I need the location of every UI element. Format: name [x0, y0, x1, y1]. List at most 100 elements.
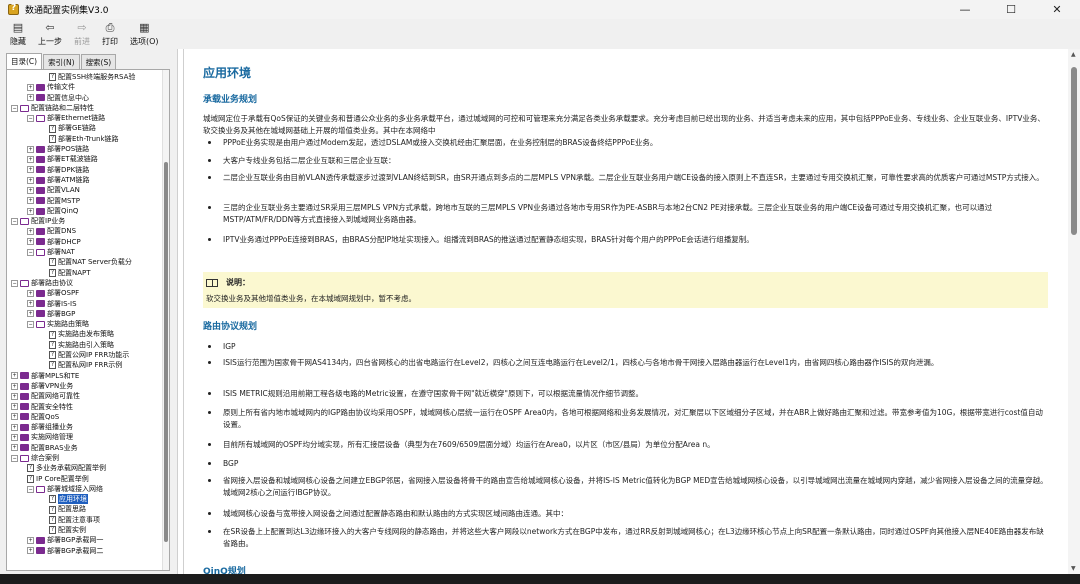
collapse-icon[interactable]: − [27, 248, 34, 256]
tree-item[interactable]: + 配置MSTP [7, 196, 163, 206]
tree-item[interactable]: + 部署OSPF [7, 288, 163, 298]
tree-item[interactable]: ? 实施路由引入策略 [7, 340, 163, 350]
tab-contents[interactable]: 目录(C) [6, 53, 43, 70]
tree-item[interactable]: + 部署BGP承载网一 [7, 535, 163, 545]
tree-item[interactable]: − 部署路由协议 [7, 278, 163, 288]
collapse-icon[interactable]: − [11, 454, 18, 462]
tree-item[interactable]: ? 配置SSH终端服务RSA验 [7, 72, 163, 82]
tree-item[interactable]: ? 配置NAPT [7, 268, 163, 278]
tree-item[interactable]: − 部署Ethernet链路 [7, 113, 163, 123]
tree-item[interactable]: + 配置VLAN [7, 185, 163, 195]
tree-item[interactable]: ? 配置NAT Server负载分 [7, 257, 163, 267]
expand-icon[interactable]: + [11, 423, 18, 431]
tree-item[interactable]: + 部署ET载波链路 [7, 154, 163, 164]
tree-item[interactable]: + 部署IS-IS [7, 299, 163, 309]
expand-icon[interactable]: + [11, 392, 18, 400]
book-icon [36, 166, 45, 174]
content-scroll-thumb[interactable] [1071, 67, 1077, 235]
book-icon [36, 94, 45, 102]
tree-item[interactable]: + 实施网络管理 [7, 432, 163, 442]
collapse-icon[interactable]: − [11, 279, 18, 287]
print-button[interactable]: ⎙ 打印 [102, 19, 118, 47]
tree-item[interactable]: ? 配置私网IP FRR示例 [7, 360, 163, 370]
collapse-icon[interactable]: − [11, 217, 18, 225]
tree-item[interactable]: ? 配置公网IP FRR功能示 [7, 350, 163, 360]
tree-item[interactable]: − 部署NAT [7, 247, 163, 257]
tree-item[interactable]: + 配置信息中心 [7, 93, 163, 103]
content-scrollbar[interactable]: ▲ ▼ [1068, 49, 1080, 574]
collapse-icon[interactable]: − [27, 114, 34, 122]
tree-item[interactable]: + 配置BRAS业务 [7, 443, 163, 453]
expand-icon[interactable]: + [27, 83, 34, 91]
tree-item[interactable]: + 部署VPN业务 [7, 381, 163, 391]
expand-icon[interactable]: + [27, 94, 34, 102]
expand-icon[interactable]: + [11, 444, 18, 452]
tree-scroll-thumb[interactable] [164, 162, 168, 542]
tree-item[interactable]: ? 配置实例 [7, 525, 163, 535]
collapse-icon[interactable]: − [27, 485, 34, 493]
tree-item[interactable]: − 部署城域接入网络 [7, 484, 163, 494]
tab-search[interactable]: 搜索(S) [80, 54, 117, 69]
expand-icon[interactable]: + [27, 547, 34, 555]
close-icon[interactable]: ✕ [1034, 0, 1080, 19]
expand-icon[interactable]: + [11, 372, 18, 380]
back-button[interactable]: ⇦ 上一步 [38, 19, 62, 47]
scroll-down-icon[interactable]: ▼ [1071, 565, 1076, 572]
expand-icon[interactable]: + [11, 413, 18, 421]
tree-item[interactable]: ? 配置注意事项 [7, 515, 163, 525]
tree-item[interactable]: + 传输文件 [7, 82, 163, 92]
tree-item[interactable]: + 配置安全特性 [7, 402, 163, 412]
tree-item[interactable]: + 部署BGP [7, 309, 163, 319]
tree-item[interactable]: ? IP Core配置举例 [7, 474, 163, 484]
expand-icon[interactable]: + [11, 403, 18, 411]
tree-item[interactable]: − 实施路由策略 [7, 319, 163, 329]
expand-icon[interactable]: + [27, 310, 34, 318]
tree-item[interactable]: + 部署DHCP [7, 237, 163, 247]
expand-icon[interactable]: + [27, 186, 34, 194]
expand-icon[interactable]: + [27, 156, 34, 164]
tree-item-label: 实施路由发布策略 [58, 330, 114, 339]
expand-icon[interactable]: + [27, 300, 34, 308]
tree-item[interactable]: ? 部署GE链路 [7, 123, 163, 133]
tree-scrollbar[interactable] [162, 70, 169, 570]
tree-item[interactable]: + 部署组播业务 [7, 422, 163, 432]
maximize-icon[interactable]: ☐ [988, 0, 1034, 19]
expand-icon[interactable]: + [27, 176, 34, 184]
tree-item[interactable]: + 部署BGP承载网二 [7, 546, 163, 556]
tree-item[interactable]: + 部署ATM链路 [7, 175, 163, 185]
expand-icon[interactable]: + [27, 207, 34, 215]
scroll-up-icon[interactable]: ▲ [1071, 51, 1076, 58]
options-button[interactable]: ▦ 选项(O) [130, 19, 159, 47]
expand-icon[interactable]: + [27, 289, 34, 297]
tree-item[interactable]: ? 部署Eth-Trunk链路 [7, 134, 163, 144]
tree-item[interactable]: + 配置QoS [7, 412, 163, 422]
tree-item[interactable]: + 部署POS链路 [7, 144, 163, 154]
tree-item-label: 部署NAT [47, 248, 75, 257]
tree-item[interactable]: − 配置链路和二层特性 [7, 103, 163, 113]
tree-item[interactable]: + 配置DNS [7, 226, 163, 236]
tree-item[interactable]: − 配置IP业务 [7, 216, 163, 226]
expand-icon[interactable]: + [27, 238, 34, 246]
expand-icon[interactable]: + [27, 537, 34, 544]
collapse-icon[interactable]: − [11, 104, 18, 112]
tab-index[interactable]: 索引(N) [43, 54, 80, 69]
expand-icon[interactable]: + [27, 228, 34, 236]
tree-item[interactable]: ? 应用环境 [7, 494, 163, 505]
expand-icon[interactable]: + [27, 197, 34, 205]
collapse-icon[interactable]: − [27, 320, 34, 328]
tree-item[interactable]: + 配置QinQ [7, 206, 163, 216]
expand-icon[interactable]: + [11, 434, 18, 442]
tree-item[interactable]: − 综合案例 [7, 453, 163, 463]
tree-item[interactable]: ? 多业务承载网配置举例 [7, 463, 163, 473]
forward-button[interactable]: ⇨ 前进 [74, 19, 90, 47]
expand-icon[interactable]: + [27, 166, 34, 174]
minimize-icon[interactable]: — [942, 0, 988, 19]
hide-button[interactable]: ▤ 隐藏 [10, 19, 26, 47]
tree-item[interactable]: + 部署DPK链路 [7, 165, 163, 175]
expand-icon[interactable]: + [27, 145, 34, 153]
tree-item[interactable]: ? 配置思路 [7, 504, 163, 514]
tree-item[interactable]: + 部署MPLS和TE [7, 371, 163, 381]
tree-item[interactable]: + 配置网络可靠性 [7, 391, 163, 401]
tree-item[interactable]: ? 实施路由发布策略 [7, 329, 163, 339]
expand-icon[interactable]: + [11, 382, 18, 390]
